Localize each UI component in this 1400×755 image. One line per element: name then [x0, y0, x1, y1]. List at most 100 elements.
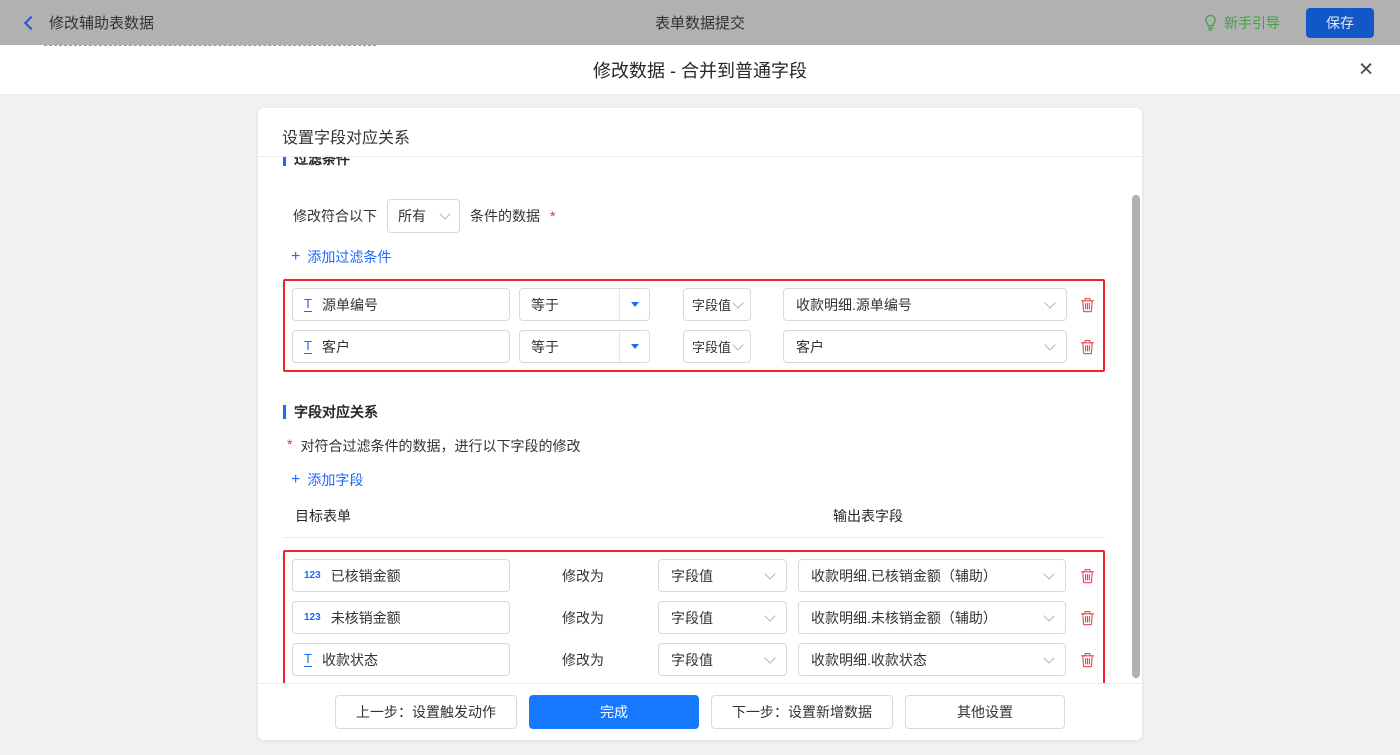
value-type-label: 字段值: [692, 337, 731, 356]
modify-as-label: 修改为: [562, 650, 618, 670]
trash-icon: [1080, 652, 1095, 668]
operator-caret-zone[interactable]: [619, 331, 649, 362]
topbar-left: 修改辅助表数据: [0, 12, 154, 33]
filter-rows-highlight: T 源单编号 等于 字段值 收款明细.源单编号: [283, 279, 1105, 372]
match-suffix: 条件的数据: [470, 206, 540, 226]
output-field-label: 收款明细.收款状态: [811, 650, 927, 670]
chevron-down-icon: [1043, 610, 1054, 621]
plus-icon: +: [291, 472, 300, 488]
chevron-left-icon: [24, 15, 38, 29]
text-type-icon: T: [304, 297, 312, 312]
text-type-icon: T: [304, 339, 312, 354]
value-label: 收款明细.源单编号: [796, 295, 912, 315]
value-type-label: 字段值: [692, 295, 731, 314]
close-icon[interactable]: ✕: [1358, 60, 1374, 79]
back-button[interactable]: [26, 18, 36, 28]
chevron-down-icon: [764, 610, 775, 621]
filter-field-input[interactable]: T 源单编号: [292, 288, 510, 321]
value-type-select[interactable]: 字段值: [683, 288, 751, 321]
filter-row: T 客户 等于 字段值 客户: [292, 330, 1096, 363]
modify-as-label: 修改为: [562, 608, 618, 628]
column-target-form: 目标表单: [295, 506, 351, 526]
mapping-table-header: 目标表单 输出表字段: [283, 506, 1105, 538]
trash-icon: [1080, 610, 1095, 626]
add-field-label: 添加字段: [307, 470, 363, 490]
operator-select[interactable]: 等于: [519, 330, 650, 363]
match-mode-select[interactable]: 所有: [387, 199, 460, 233]
next-step-button[interactable]: 下一步：设置新增数据: [711, 695, 893, 729]
filter-row: T 源单编号 等于 字段值 收款明细.源单编号: [292, 288, 1096, 321]
card-footer: 上一步：设置触发动作 完成 下一步：设置新增数据 其他设置: [258, 683, 1142, 740]
scroll-area[interactable]: 过滤条件 修改符合以下 所有 条件的数据 * + 添加过滤条件: [258, 157, 1142, 683]
number-type-icon: 123: [304, 613, 321, 623]
filter-field-label: 客户: [322, 337, 350, 357]
mapping-section-label: 字段对应关系: [294, 402, 378, 422]
caret-down-icon: [631, 344, 639, 349]
guide-link[interactable]: 新手引导: [1203, 13, 1280, 33]
caret-down-icon: [631, 302, 639, 307]
match-mode-value: 所有: [398, 206, 426, 226]
value-select[interactable]: 收款明细.源单编号: [783, 288, 1067, 321]
value-type-select[interactable]: 字段值: [658, 643, 787, 676]
mapping-row: 123 未核销金额 修改为 字段值 收款明细.未核销金额（辅助）: [292, 601, 1096, 634]
section-bar-icon: [283, 405, 286, 419]
add-filter-link[interactable]: + 添加过滤条件: [291, 247, 391, 267]
required-mark: *: [550, 208, 555, 224]
plus-icon: +: [291, 249, 300, 265]
add-field-link[interactable]: + 添加字段: [291, 470, 363, 490]
target-field-label: 收款状态: [322, 650, 378, 670]
breadcrumb-underline: [44, 45, 376, 46]
delete-row-button[interactable]: [1080, 610, 1095, 626]
done-button[interactable]: 完成: [529, 695, 699, 729]
other-settings-button[interactable]: 其他设置: [905, 695, 1065, 729]
output-field-select[interactable]: 收款明细.收款状态: [798, 643, 1066, 676]
delete-row-button[interactable]: [1080, 652, 1095, 668]
breadcrumb: 修改辅助表数据: [49, 12, 154, 33]
output-field-label: 收款明细.未核销金额（辅助）: [811, 608, 997, 628]
mapping-row: 123 已核销金额 修改为 字段值 收款明细.已核销金额（辅助）: [292, 559, 1096, 592]
operator-value: 等于: [520, 289, 619, 320]
value-type-select[interactable]: 字段值: [658, 601, 787, 634]
trash-icon: [1080, 297, 1095, 313]
match-prefix: 修改符合以下: [293, 206, 377, 226]
target-field-input[interactable]: T 收款状态: [292, 643, 510, 676]
output-field-select[interactable]: 收款明细.已核销金额（辅助）: [798, 559, 1066, 592]
filter-field-input[interactable]: T 客户: [292, 330, 510, 363]
mapping-rows-highlight: 123 已核销金额 修改为 字段值 收款明细.已核销金额（辅助）: [283, 550, 1105, 683]
target-field-input[interactable]: 123 未核销金额: [292, 601, 510, 634]
chevron-down-icon: [1043, 568, 1054, 579]
value-type-select[interactable]: 字段值: [658, 559, 787, 592]
prev-step-button[interactable]: 上一步：设置触发动作: [335, 695, 517, 729]
value-type-select[interactable]: 字段值: [683, 330, 751, 363]
value-label: 客户: [796, 337, 824, 357]
delete-row-button[interactable]: [1080, 339, 1095, 355]
trash-icon: [1080, 568, 1095, 584]
topbar-right: 新手引导 保存: [1203, 8, 1400, 38]
operator-caret-zone[interactable]: [619, 289, 649, 320]
chevron-down-icon: [1044, 339, 1055, 350]
delete-row-button[interactable]: [1080, 297, 1095, 313]
value-select[interactable]: 客户: [783, 330, 1067, 363]
modify-as-label: 修改为: [562, 566, 618, 586]
add-filter-label: 添加过滤条件: [307, 247, 391, 267]
card-title: 设置字段对应关系: [258, 108, 1142, 157]
modal-header: 修改数据 - 合并到普通字段 ✕: [0, 45, 1400, 95]
target-field-input[interactable]: 123 已核销金额: [292, 559, 510, 592]
scrollbar-thumb[interactable]: [1132, 195, 1140, 678]
operator-select[interactable]: 等于: [519, 288, 650, 321]
match-condition-line: 修改符合以下 所有 条件的数据 *: [293, 199, 1142, 233]
chevron-down-icon: [764, 568, 775, 579]
filter-section-label: 过滤条件: [294, 157, 350, 169]
output-field-select[interactable]: 收款明细.未核销金额（辅助）: [798, 601, 1066, 634]
number-type-icon: 123: [304, 571, 321, 581]
target-field-label: 已核销金额: [331, 566, 401, 586]
value-type-label: 字段值: [671, 608, 713, 628]
guide-label: 新手引导: [1224, 13, 1280, 33]
page-title: 表单数据提交: [0, 12, 1400, 33]
save-button[interactable]: 保存: [1306, 8, 1374, 38]
modal-title: 修改数据 - 合并到普通字段: [593, 57, 807, 83]
mapping-section-title: 字段对应关系: [283, 402, 1142, 422]
delete-row-button[interactable]: [1080, 568, 1095, 584]
target-field-label: 未核销金额: [331, 608, 401, 628]
output-field-label: 收款明细.已核销金额（辅助）: [811, 566, 997, 586]
